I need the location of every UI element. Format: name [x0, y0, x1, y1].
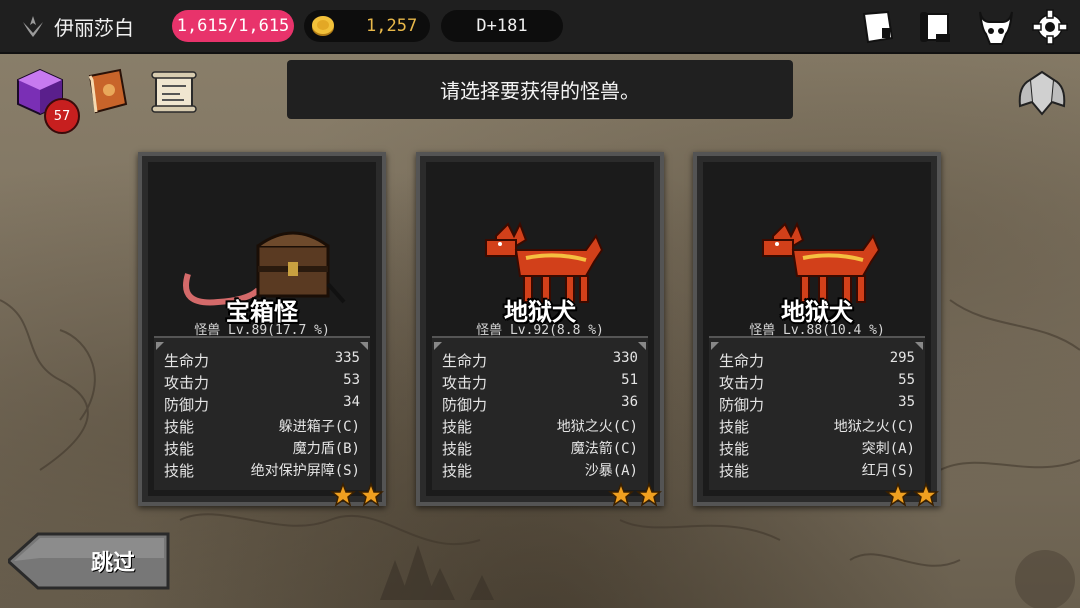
stat-label: 技能 [164, 462, 195, 480]
stat-panel: 生命力 335 攻击力 53 防御力 34 技能 躲进箱子(C) 技能 魔力盾(B) 技能… [154, 336, 370, 490]
stat-value: 魔法箭(C) [570, 441, 638, 457]
stat-row: 技能 地狱之火(C) [719, 416, 915, 437]
card-body: 地狱犬 怪兽 Lv.88(10.4 %) 生命力 295 攻击力 55 防御力 35 … [703, 162, 931, 496]
stat-label: 技能 [442, 440, 473, 458]
star-icon [608, 482, 634, 507]
card-body: 宝箱怪 怪兽 Lv.89(17.7 %) 生命力 335 攻击力 53 防御力 34 … [148, 162, 376, 496]
map-scroll-icon[interactable] [148, 66, 200, 118]
stat-label: 攻击力 [442, 374, 488, 392]
stat-label: 攻击力 [164, 374, 210, 392]
settings-gear-icon[interactable] [1030, 8, 1070, 46]
star-icon [636, 482, 662, 507]
stat-label: 技能 [442, 462, 473, 480]
cube-count-badge: 57 [44, 98, 80, 134]
monster-card-3[interactable]: 地狱犬 怪兽 Lv.88(10.4 %) 生命力 295 攻击力 55 防御力 35 … [693, 152, 941, 508]
stat-row: 攻击力 51 [442, 372, 638, 393]
guild-emblem-icon [23, 16, 43, 37]
stat-label: 生命力 [719, 352, 765, 370]
stat-value: 突刺(A) [861, 441, 915, 457]
instruction-banner: 请选择要获得的怪兽。 [287, 60, 793, 119]
stat-value: 36 [621, 394, 638, 410]
stat-value: 330 [612, 350, 638, 366]
stat-label: 技能 [719, 418, 750, 436]
stat-label: 技能 [164, 440, 195, 458]
stat-row: 生命力 295 [719, 350, 915, 371]
stat-label: 生命力 [442, 352, 488, 370]
stat-value: 335 [334, 350, 360, 366]
top-bar: 伊丽莎白 1,615/1,615 1,257 D+181 [0, 0, 1080, 54]
stat-label: 技能 [719, 440, 750, 458]
stat-row: 技能 红月(S) [719, 460, 915, 481]
star-rating [885, 482, 939, 508]
gold-counter: 1,257 [304, 10, 430, 42]
stat-row: 技能 魔法箭(C) [442, 438, 638, 459]
stat-value: 躲进箱子(C) [278, 419, 360, 435]
player-info: 伊丽莎白 [20, 10, 134, 42]
stat-value: 红月(S) [861, 463, 915, 479]
star-icon [358, 482, 384, 507]
gold-amount: 1,257 [366, 16, 418, 36]
stat-panel: 生命力 295 攻击力 55 防御力 35 技能 地狱之火(C) 技能 突刺(A) 技能红… [709, 336, 925, 490]
stat-row: 技能 绝对保护屏障(S) [164, 460, 360, 481]
skip-button[interactable]: 跳过 [8, 532, 170, 590]
stat-value: 地狱之火(C) [833, 419, 915, 435]
stat-row: 生命力 335 [164, 350, 360, 371]
stat-row: 技能 地狱之火(C) [442, 416, 638, 437]
gold-coin-icon [312, 16, 334, 36]
stat-row: 攻击力 53 [164, 372, 360, 393]
hp-counter: 1,615/1,615 [172, 10, 294, 42]
star-icon [885, 482, 911, 507]
stat-panel: 生命力 330 攻击力 51 防御力 36 技能 地狱之火(C) 技能 魔法箭(C) 技能… [432, 336, 648, 490]
day-counter: D+181 [441, 10, 563, 42]
stat-row: 技能 魔力盾(B) [164, 438, 360, 459]
stat-row: 攻击力 55 [719, 372, 915, 393]
stat-label: 防御力 [442, 396, 488, 414]
stat-label: 技能 [442, 418, 473, 436]
stat-row: 防御力 36 [442, 394, 638, 415]
spellbook-icon[interactable] [82, 66, 134, 118]
scroll-icon[interactable] [916, 8, 956, 46]
star-icon [330, 482, 356, 507]
stat-value: 地狱之火(C) [556, 419, 638, 435]
stat-row: 技能 突刺(A) [719, 438, 915, 459]
stat-value: 34 [343, 394, 360, 410]
stat-row: 生命力 330 [442, 350, 638, 371]
stat-row: 防御力 34 [164, 394, 360, 415]
stat-value: 沙暴(A) [584, 463, 638, 479]
monster-card-2[interactable]: 地狱犬 怪兽 Lv.92(8.8 %) 生命力 330 攻击力 51 防御力 36 技… [416, 152, 664, 508]
star-rating [608, 482, 662, 508]
stat-value: 295 [889, 350, 915, 366]
stat-value: 35 [898, 394, 915, 410]
star-rating [330, 482, 384, 508]
stat-label: 技能 [164, 418, 195, 436]
demon-skull-icon[interactable] [976, 8, 1016, 46]
stat-row: 技能 沙暴(A) [442, 460, 638, 481]
stat-label: 生命力 [164, 352, 210, 370]
star-icon [913, 482, 939, 507]
monster-card-1[interactable]: 宝箱怪 怪兽 Lv.89(17.7 %) 生命力 335 攻击力 53 防御力 34 … [138, 152, 386, 508]
stat-label: 攻击力 [719, 374, 765, 392]
card-body: 地狱犬 怪兽 Lv.92(8.8 %) 生命力 330 攻击力 51 防御力 36 技… [426, 162, 654, 496]
winged-shield-icon[interactable] [1014, 66, 1070, 120]
stat-value: 55 [898, 372, 915, 388]
stat-row: 技能 躲进箱子(C) [164, 416, 360, 437]
journal-icon[interactable] [858, 8, 898, 46]
stat-label: 技能 [719, 462, 750, 480]
skip-label: 跳过 [90, 551, 135, 576]
stat-label: 防御力 [719, 396, 765, 414]
stat-value: 51 [621, 372, 638, 388]
stat-value: 绝对保护屏障(S) [250, 463, 360, 479]
stat-row: 防御力 35 [719, 394, 915, 415]
player-name: 伊丽莎白 [54, 15, 134, 40]
stat-value: 53 [343, 372, 360, 388]
stat-value: 魔力盾(B) [292, 441, 360, 457]
stat-label: 防御力 [164, 396, 210, 414]
